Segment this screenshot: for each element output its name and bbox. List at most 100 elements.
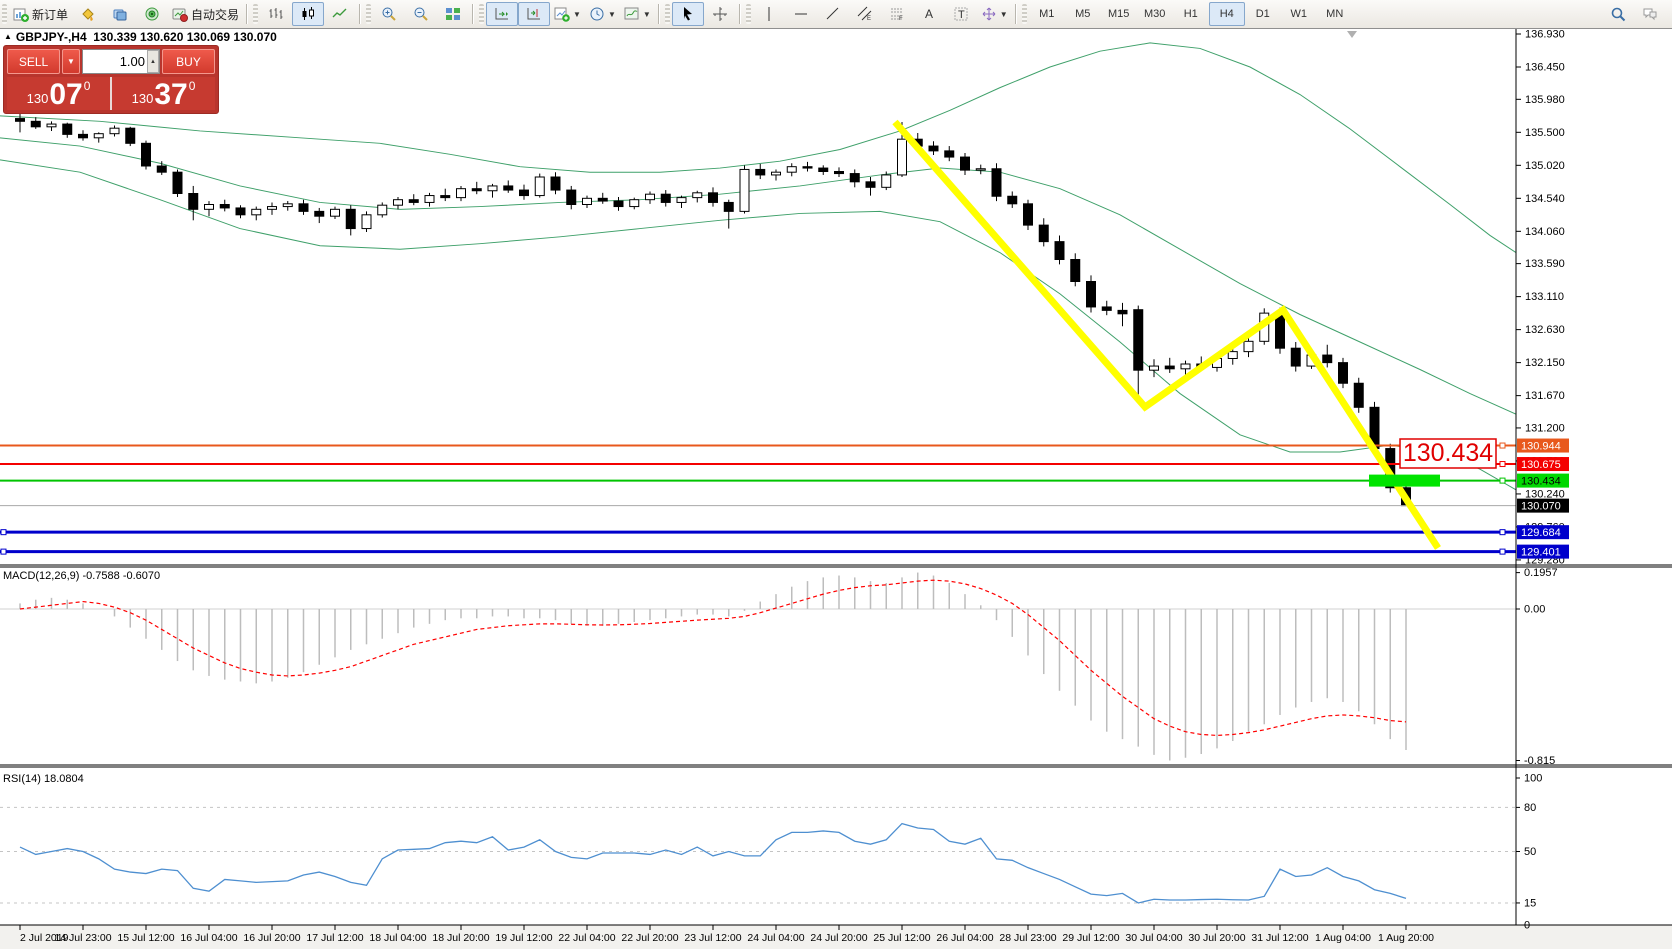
sell-button[interactable]: SELL	[7, 49, 60, 74]
vertical-line-button[interactable]	[753, 2, 785, 26]
fibonacci-button[interactable]: F	[881, 2, 913, 26]
new-chart-button[interactable]: ▼	[550, 2, 585, 26]
candle	[866, 182, 875, 188]
rsi-axis-label: 0	[1524, 920, 1530, 932]
candle	[457, 189, 466, 198]
candle	[835, 172, 844, 174]
neworder-icon	[13, 6, 29, 22]
timeframe-h4-button[interactable]: H4	[1209, 2, 1245, 26]
label-button[interactable]: T	[945, 2, 977, 26]
time-tick-label: 29 Jul 12:00	[1062, 932, 1119, 944]
candle	[79, 134, 88, 137]
timeframe-m5-button[interactable]: M5	[1065, 2, 1101, 26]
candle	[1244, 341, 1253, 351]
symbol-name: GBPJPY-,H4	[16, 30, 87, 44]
auto-scroll-button[interactable]	[486, 2, 518, 26]
time-tick-label: 16 Jul 04:00	[180, 932, 237, 944]
cursor-icon	[680, 6, 696, 22]
chart-shift-button[interactable]	[518, 2, 550, 26]
channel-button[interactable]: E	[849, 2, 881, 26]
layers-icon	[112, 6, 128, 22]
candle	[1181, 364, 1190, 369]
line-chart-button[interactable]	[324, 2, 356, 26]
volume-decrease-button[interactable]: ▼	[62, 49, 80, 74]
candle-chart-button[interactable]	[292, 2, 324, 26]
trendline-button[interactable]	[817, 2, 849, 26]
time-tick-label: 26 Jul 04:00	[936, 932, 993, 944]
candle	[598, 198, 607, 201]
sell-price[interactable]: 130 07 0	[7, 77, 110, 110]
timeframe-h1-button[interactable]: H1	[1173, 2, 1209, 26]
candle	[268, 207, 277, 210]
tile-windows-button[interactable]	[437, 2, 469, 26]
textA-icon: A	[921, 6, 937, 22]
line-handle[interactable]	[1500, 549, 1505, 554]
timeframe-m1-button[interactable]: M1	[1029, 2, 1065, 26]
textT-icon: T	[953, 6, 969, 22]
candle	[992, 169, 1001, 197]
signals-button[interactable]	[136, 2, 168, 26]
line-handle[interactable]	[1500, 443, 1505, 448]
candle	[1354, 383, 1363, 407]
line-handle[interactable]	[1500, 462, 1505, 467]
candle	[520, 190, 529, 196]
volume-spin-up[interactable]: ▲	[147, 50, 159, 73]
crosshair-button[interactable]	[704, 2, 736, 26]
styler-button[interactable]	[72, 2, 104, 26]
time-tick-label: 25 Jul 12:00	[873, 932, 930, 944]
candle	[850, 174, 859, 182]
line-handle[interactable]	[1, 530, 6, 535]
text-button[interactable]: A	[913, 2, 945, 26]
periods-button[interactable]: ▼	[585, 2, 620, 26]
chart-canvas[interactable]: 130.434MACD(12,26,9) -0.7588 -0.6070RSI(…	[0, 0, 1672, 949]
time-tick-label: 30 Jul 20:00	[1188, 932, 1245, 944]
line-handle[interactable]	[1500, 530, 1505, 535]
buy-price-pips: 37	[154, 81, 187, 109]
candle	[882, 175, 891, 187]
timeframe-w1-button[interactable]: W1	[1281, 2, 1317, 26]
candle	[756, 169, 765, 175]
candle	[142, 143, 151, 166]
arrows-button[interactable]: ▼	[977, 2, 1012, 26]
candle	[1039, 225, 1048, 242]
candle	[1087, 282, 1096, 307]
timeframe-mn-button[interactable]: MN	[1317, 2, 1353, 26]
time-tick-label: 1 Aug 04:00	[1315, 932, 1371, 944]
chat-button[interactable]	[1634, 2, 1666, 26]
candle	[378, 205, 387, 215]
collapse-panel-icon[interactable]: ▲	[4, 32, 12, 41]
rsi-axis-label: 50	[1524, 846, 1536, 858]
buy-price-figure: 130	[132, 91, 154, 106]
buy-button[interactable]: BUY	[162, 49, 215, 74]
time-tick-label: 15 Jul 12:00	[117, 932, 174, 944]
bar-chart-button[interactable]	[260, 2, 292, 26]
timeframe-d1-button[interactable]: D1	[1245, 2, 1281, 26]
sell-price-point: 0	[84, 79, 91, 93]
time-tick-label: 24 Jul 20:00	[810, 932, 867, 944]
line-handle[interactable]	[1500, 478, 1505, 483]
autotrading-button[interactable]: 自动交易	[168, 2, 243, 26]
macd-axis-label: 0.00	[1524, 604, 1545, 616]
templates-button[interactable]: ▼	[620, 2, 655, 26]
search-button[interactable]	[1602, 2, 1634, 26]
entry-zone-highlight[interactable]	[1369, 475, 1440, 487]
timeframe-m15-button[interactable]: M15	[1101, 2, 1137, 26]
candle	[551, 177, 560, 190]
new-order-button[interactable]: 新订单	[9, 2, 72, 26]
candle	[535, 177, 544, 196]
candle	[331, 209, 340, 216]
cursor-button[interactable]	[672, 2, 704, 26]
horizontal-line-button[interactable]	[785, 2, 817, 26]
candle	[976, 169, 985, 170]
symbol-ohlc: 130.339 130.620 130.069 130.070	[93, 30, 277, 44]
line-handle[interactable]	[1, 549, 6, 554]
zoom-in-button[interactable]	[373, 2, 405, 26]
bars-icon	[268, 6, 284, 22]
candle	[1165, 366, 1174, 369]
layouts-button[interactable]	[104, 2, 136, 26]
buy-price[interactable]: 130 37 0	[112, 77, 215, 110]
axis-price-badge-text: 130.944	[1521, 441, 1561, 453]
zoom-out-button[interactable]	[405, 2, 437, 26]
timeframe-m30-button[interactable]: M30	[1137, 2, 1173, 26]
axis-tick-label: 133.110	[1525, 291, 1564, 303]
